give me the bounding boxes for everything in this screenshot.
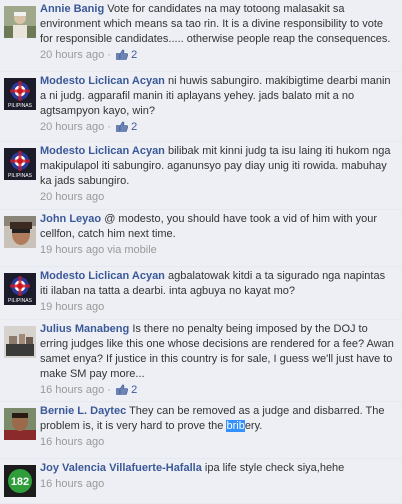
comment-item: PILIPINAS Modesto Liclican Acyan bilibak…	[0, 142, 402, 210]
thumbs-up-icon[interactable]	[116, 49, 128, 60]
comment-time[interactable]: 16 hours ago	[40, 436, 104, 448]
avatar-label: PILIPINAS	[8, 173, 33, 179]
avatar-label: PILIPINAS	[8, 298, 33, 304]
thumbs-up-icon[interactable]	[116, 384, 128, 395]
like-count[interactable]: 2	[131, 49, 137, 61]
comment-item: PILIPINAS Modesto Liclican Acyan agbalat…	[0, 267, 402, 320]
comment-author[interactable]: Modesto Liclican Acyan	[40, 145, 165, 157]
comment-author[interactable]: Annie Banig	[40, 3, 104, 15]
avatar[interactable]: 182	[4, 465, 36, 497]
comment-time[interactable]: 20 hours ago	[40, 121, 104, 133]
comment-meta: 16 hours ago	[40, 435, 396, 449]
comment-text: ipa life style check siya,hehe	[204, 462, 345, 474]
comment-author[interactable]: Modesto Liclican Acyan	[40, 270, 165, 282]
avatar-label: PILIPINAS	[8, 103, 33, 109]
comment-text-end: ery.	[244, 420, 263, 432]
comment-time[interactable]: 20 hours ago	[40, 49, 104, 61]
comment-meta: 19 hours ago	[40, 300, 396, 314]
avatar[interactable]	[4, 326, 36, 358]
pilipinas-emblem-icon: PILIPINAS	[4, 273, 36, 305]
meta-separator: ·	[107, 49, 111, 61]
comment-body: Modesto Liclican Acyan bilibak mit kinni…	[40, 144, 396, 189]
like-count[interactable]: 2	[131, 384, 137, 396]
comment-meta: 16 hours ago · 2	[40, 383, 396, 397]
like-count[interactable]: 2	[131, 121, 137, 133]
comment-author[interactable]: Julius Manabeng	[40, 323, 129, 335]
comment-item: 182 Joy Valencia Villafuerte-Hafalla ipa…	[0, 459, 402, 504]
meta-separator: ·	[107, 121, 111, 133]
meta-separator: ·	[107, 384, 111, 396]
comment-body: Joy Valencia Villafuerte-Hafalla ipa lif…	[40, 461, 396, 476]
comment-author[interactable]: Bernie L. Daytec	[40, 405, 126, 417]
person-photo-icon	[4, 216, 36, 248]
comment-body: Modesto Liclican Acyan ni huwis sabungir…	[40, 74, 396, 119]
comment-time[interactable]: 19 hours ago via mobile	[40, 244, 157, 256]
comment-item: PILIPINAS Modesto Liclican Acyan ni huwi…	[0, 72, 402, 142]
comment-author[interactable]: Modesto Liclican Acyan	[40, 75, 165, 87]
comment-meta: 20 hours ago · 2	[40, 48, 396, 62]
avatar[interactable]: PILIPINAS	[4, 273, 36, 305]
comment-item: Julius Manabeng Is there no penalty bein…	[0, 320, 402, 402]
pilipinas-emblem-icon: PILIPINAS	[4, 148, 36, 180]
avatar[interactable]: PILIPINAS	[4, 148, 36, 180]
person-photo-icon	[4, 326, 36, 358]
green-logo-icon: 182	[4, 465, 36, 497]
comment-meta: 20 hours ago	[40, 190, 396, 204]
comment-feed: Annie Banig Vote for candidates na may t…	[0, 0, 402, 504]
avatar[interactable]	[4, 216, 36, 248]
avatar[interactable]	[4, 408, 36, 440]
comment-time[interactable]: 16 hours ago	[40, 478, 104, 490]
avatar[interactable]: PILIPINAS	[4, 78, 36, 110]
pilipinas-emblem-icon: PILIPINAS	[4, 78, 36, 110]
comment-item: Bernie L. Daytec They can be removed as …	[0, 402, 402, 459]
comment-meta: 16 hours ago	[40, 477, 396, 491]
comment-time[interactable]: 16 hours ago	[40, 384, 104, 396]
thumbs-up-icon[interactable]	[116, 121, 128, 132]
comment-body: Annie Banig Vote for candidates na may t…	[40, 2, 396, 47]
comment-meta: 20 hours ago · 2	[40, 120, 396, 134]
comment-body: Modesto Liclican Acyan agbalatowak kitdi…	[40, 269, 396, 299]
comment-body: Bernie L. Daytec They can be removed as …	[40, 404, 396, 434]
comment-item: Annie Banig Vote for candidates na may t…	[0, 0, 402, 72]
comment-meta: 19 hours ago via mobile	[40, 243, 396, 257]
person-photo-icon	[4, 408, 36, 440]
selected-text: brib	[226, 420, 245, 432]
comment-author[interactable]: John Leyao	[40, 213, 101, 225]
person-photo-icon	[4, 6, 36, 38]
comment-body: Julius Manabeng Is there no penalty bein…	[40, 322, 396, 382]
comment-time[interactable]: 19 hours ago	[40, 301, 104, 313]
comment-body: John Leyao @ modesto, you should have to…	[40, 212, 396, 242]
avatar[interactable]	[4, 6, 36, 38]
comment-author[interactable]: Joy Valencia Villafuerte-Hafalla	[40, 462, 202, 474]
comment-time[interactable]: 20 hours ago	[40, 191, 104, 203]
avatar-text: 182	[11, 476, 29, 488]
comment-item: John Leyao @ modesto, you should have to…	[0, 210, 402, 267]
